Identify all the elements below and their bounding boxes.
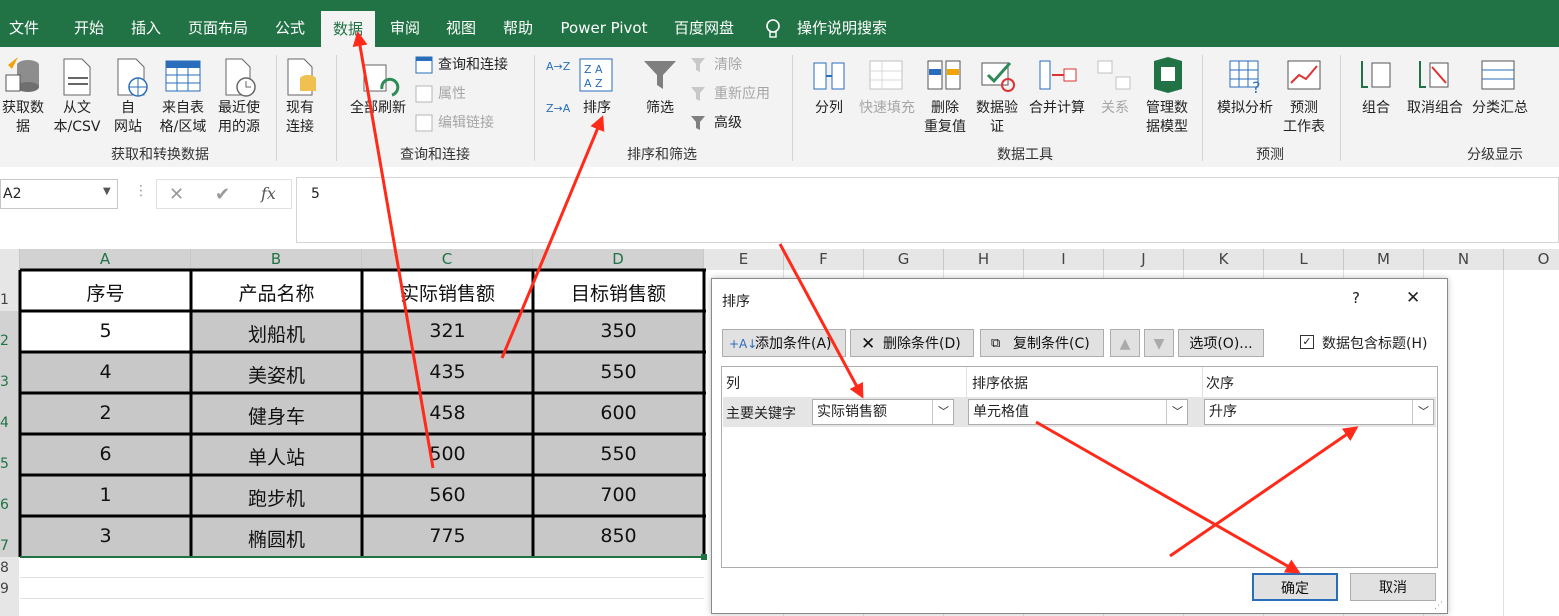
annotation-arrows [352, 31, 1359, 574]
arrow-to-data-tab [352, 31, 435, 469]
arrow-to-sort-button [500, 115, 605, 359]
arrow-to-order [1169, 426, 1359, 558]
arrow-to-sort-by [778, 243, 864, 399]
arrow-to-ok [1035, 420, 1301, 574]
